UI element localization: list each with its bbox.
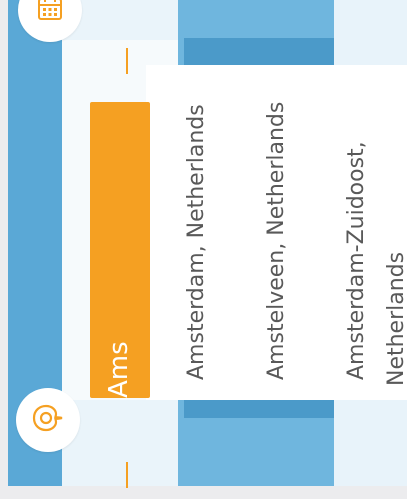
calendar-icon <box>35 0 65 27</box>
accent-divider-bottom <box>126 462 128 488</box>
location-pin-icon <box>28 398 68 442</box>
suggestion-amstelveen[interactable]: Amstelveen, Netherlands <box>264 102 289 380</box>
location-field-button[interactable] <box>16 388 80 452</box>
location-search-value: Ams <box>104 341 134 398</box>
accent-divider-top <box>126 48 128 74</box>
suggestion-amsterdam[interactable]: Amsterdam, Netherlands <box>184 104 209 380</box>
suggestion-amsterdam-zuidoost-line2[interactable]: Netherlands <box>384 252 407 386</box>
suggestion-amsterdam-zuidoost-line1[interactable]: Amsterdam-Zuidoost, <box>344 141 369 380</box>
